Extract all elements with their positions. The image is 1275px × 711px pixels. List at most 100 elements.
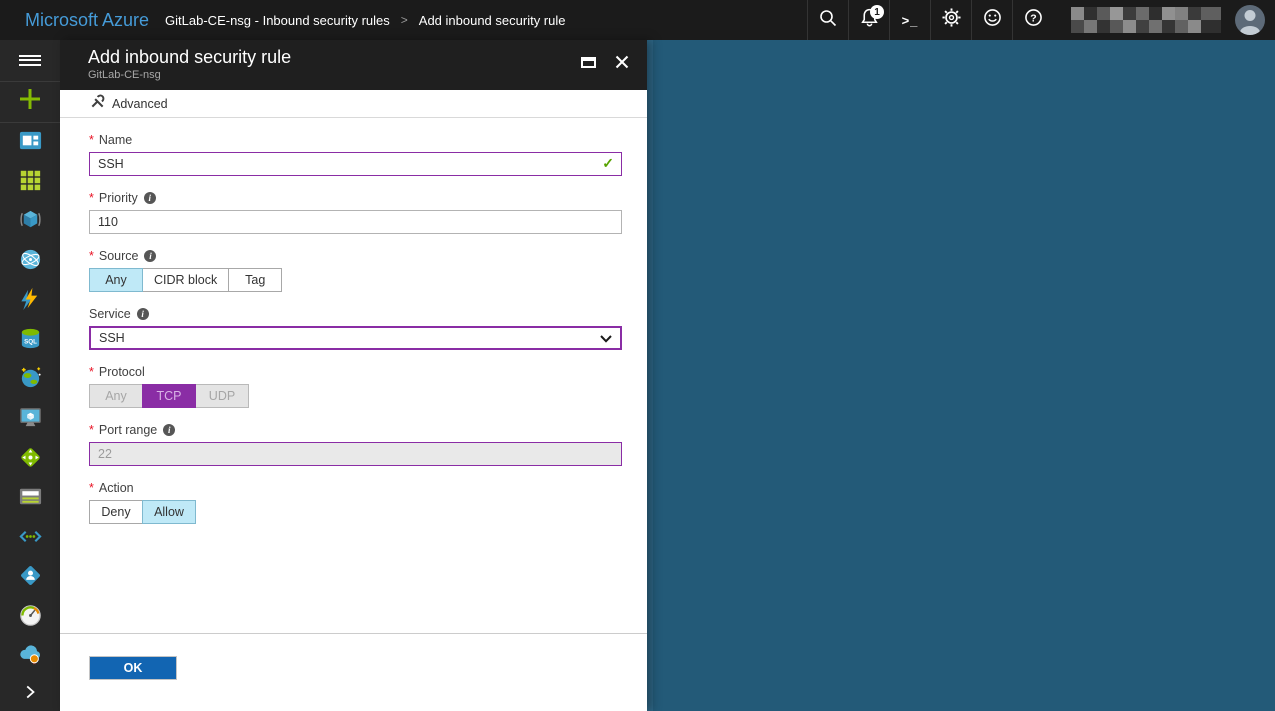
settings-button[interactable] (930, 0, 971, 40)
sidebar-item-create-resource[interactable] (0, 82, 60, 124)
vm-monitor-icon (18, 405, 43, 435)
source-option-any[interactable]: Any (89, 268, 143, 292)
svg-text:SQL: SQL (24, 338, 37, 345)
search-button[interactable] (807, 0, 848, 40)
gauge-icon (18, 603, 43, 633)
valid-check-icon: ✓ (602, 156, 614, 170)
feedback-button[interactable] (971, 0, 1012, 40)
sidebar-item-active-directory[interactable] (0, 559, 60, 599)
notifications-button[interactable]: 1 (848, 0, 889, 40)
name-label: Name (99, 133, 132, 147)
sql-database-icon: SQL (18, 326, 43, 356)
sidebar-item-storage-accounts[interactable] (0, 479, 60, 519)
sidebar-item-function-apps[interactable] (0, 281, 60, 321)
blade-footer: OK (60, 633, 647, 711)
source-option-tag[interactable]: Tag (228, 268, 282, 292)
source-label: Source (99, 249, 139, 263)
action-toggle: Deny Allow (89, 500, 622, 524)
gear-icon (941, 7, 962, 33)
source-info-icon[interactable]: i (144, 250, 156, 262)
sidebar-item-menu[interactable] (0, 40, 60, 82)
avatar[interactable] (1235, 5, 1265, 35)
action-option-deny[interactable]: Deny (89, 500, 143, 524)
globe-icon (18, 247, 43, 277)
required-marker: * (89, 133, 94, 147)
service-label: Service (89, 307, 131, 321)
cosmos-globe-icon (18, 365, 43, 395)
advanced-label: Advanced (112, 97, 168, 111)
breadcrumb-parent[interactable]: GitLab-CE-nsg - Inbound security rules (165, 13, 390, 28)
sidebar: SQL (0, 40, 60, 711)
port-range-field-group: * Port range i (89, 423, 622, 466)
redacted-user-info (1071, 7, 1221, 33)
help-icon: ? (1023, 7, 1044, 33)
advanced-button[interactable]: Advanced (60, 90, 647, 118)
sidebar-item-dashboard[interactable] (0, 123, 60, 163)
priority-info-icon[interactable]: i (144, 192, 156, 204)
port-range-info-icon[interactable]: i (163, 424, 175, 436)
protocol-field-group: * Protocol Any TCP UDP (89, 365, 622, 408)
source-toggle: Any CIDR block Tag (89, 268, 622, 292)
protocol-option-tcp: TCP (142, 384, 196, 408)
priority-input[interactable] (89, 210, 622, 234)
protocol-label: Protocol (99, 365, 145, 379)
sidebar-item-virtual-networks[interactable] (0, 519, 60, 559)
required-marker: * (89, 481, 94, 495)
priority-field-group: * Priority i (89, 191, 622, 234)
search-icon (818, 8, 838, 33)
protocol-option-udp: UDP (195, 384, 249, 408)
action-option-allow[interactable]: Allow (142, 500, 196, 524)
action-field-group: * Action Deny Allow (89, 481, 622, 524)
priority-label: Priority (99, 191, 138, 205)
sidebar-item-virtual-machines[interactable] (0, 400, 60, 440)
service-info-icon[interactable]: i (137, 308, 149, 320)
service-field-group: Service i SSH (89, 307, 622, 350)
notification-badge: 1 (870, 5, 884, 19)
sidebar-item-load-balancers[interactable] (0, 440, 60, 480)
close-icon[interactable] (615, 55, 629, 69)
cloud-shell-button[interactable]: >_ (889, 0, 930, 40)
blade-title: Add inbound security rule (88, 46, 647, 68)
name-field-group: * Name ✓ (89, 133, 622, 176)
backdrop-edge (647, 40, 653, 711)
smiley-icon (982, 7, 1003, 33)
port-range-input (89, 442, 622, 466)
required-marker: * (89, 365, 94, 379)
advisor-cloud-icon (18, 642, 43, 672)
sidebar-expand-button[interactable] (0, 677, 60, 711)
sidebar-item-sql-databases[interactable]: SQL (0, 321, 60, 361)
service-select[interactable]: SSH (89, 326, 622, 350)
sidebar-item-all-resources[interactable] (0, 163, 60, 203)
maximize-icon[interactable] (581, 57, 596, 68)
sidebar-item-cosmos-db[interactable] (0, 361, 60, 401)
avatar-person-icon (1245, 10, 1256, 21)
svg-text:?: ? (1030, 12, 1036, 24)
ok-button[interactable]: OK (89, 656, 177, 680)
required-marker: * (89, 249, 94, 263)
breadcrumb-current: Add inbound security rule (419, 13, 566, 28)
sidebar-item-monitor[interactable] (0, 598, 60, 638)
topbar-actions: 1 >_ (807, 0, 1275, 40)
hamburger-icon (19, 52, 41, 68)
blade-header: Add inbound security rule GitLab-CE-nsg (60, 40, 647, 90)
sidebar-item-app-services[interactable] (0, 242, 60, 282)
blade-subtitle: GitLab-CE-nsg (88, 69, 647, 81)
breadcrumb-separator: > (401, 13, 408, 27)
lightning-icon (18, 286, 43, 316)
sidebar-item-advisor[interactable] (0, 638, 60, 678)
sidebar-item-resource-groups[interactable] (0, 202, 60, 242)
add-inbound-rule-blade: Add inbound security rule GitLab-CE-nsg … (60, 40, 647, 711)
breadcrumb: GitLab-CE-nsg - Inbound security rules >… (165, 13, 565, 28)
blade-form: * Name ✓ * Priority i * So (60, 118, 647, 633)
name-input[interactable] (89, 152, 622, 176)
protocol-option-any: Any (89, 384, 143, 408)
tools-icon (90, 94, 105, 114)
load-balancer-icon (18, 445, 43, 475)
help-button[interactable]: ? (1012, 0, 1053, 40)
azure-logo[interactable]: Microsoft Azure (0, 10, 149, 31)
port-range-label: Port range (99, 423, 157, 437)
cube-brackets-icon (18, 207, 43, 237)
source-field-group: * Source i Any CIDR block Tag (89, 249, 622, 292)
source-option-cidr-block[interactable]: CIDR block (142, 268, 229, 292)
protocol-toggle: Any TCP UDP (89, 384, 622, 408)
